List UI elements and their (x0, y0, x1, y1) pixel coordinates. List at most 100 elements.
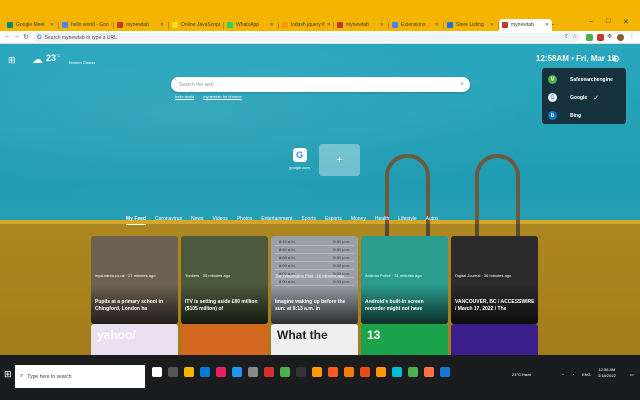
apps-grid-icon[interactable]: ⊞ (8, 55, 16, 66)
tab-close-icon[interactable]: ✕ (543, 22, 549, 28)
feed-tab[interactable]: My Feed (126, 216, 147, 225)
news-card[interactable]: 13 (361, 324, 448, 355)
tray-clock[interactable]: 12:58 AM 3/18/2022 (598, 367, 616, 379)
taskbar-app-icon[interactable] (280, 367, 290, 377)
tab-favicon (447, 22, 453, 28)
taskbar-app-icon[interactable] (424, 367, 434, 377)
search-engine-option[interactable]: G Google ✓ (548, 89, 624, 106)
browser-tab[interactable]: lodash jquery if ✕ (279, 19, 332, 31)
extension-icon[interactable] (597, 34, 604, 41)
news-card[interactable] (451, 324, 538, 355)
taskbar-app-icon[interactable] (360, 367, 370, 377)
shortcut-tile-google[interactable]: G google.com (279, 144, 320, 176)
cloud-icon: ☁ (32, 54, 43, 66)
browser-tab[interactable]: hello world - Goo✕ (59, 19, 112, 31)
browser-tab[interactable]: WhatsApp ✕ (224, 19, 277, 31)
feed-tab[interactable]: Lifestyle (398, 216, 416, 230)
taskbar-app-icon[interactable] (216, 367, 226, 377)
feed-tab[interactable]: Money (351, 216, 366, 230)
feed-tab[interactable]: Coronavirus (155, 216, 182, 230)
tab-close-icon[interactable]: ✕ (220, 22, 222, 28)
search-icon[interactable]: ⌕ (460, 81, 464, 89)
reload-icon[interactable]: ↻ (23, 33, 29, 41)
feed-tab[interactable]: News (191, 216, 204, 230)
bookmark-star-icon[interactable]: ☆ (572, 33, 577, 40)
settings-gear-icon[interactable]: ⚙ (612, 54, 620, 65)
browser-tab[interactable]: Google Meet ✕ (4, 19, 57, 31)
news-card[interactable]: What the (271, 324, 358, 355)
browser-tab[interactable]: mynewtab ✕ (114, 19, 167, 31)
tray-network-icon[interactable]: ◔ (572, 372, 574, 377)
feed-tab[interactable]: Entertainment (261, 216, 292, 230)
feed-tab[interactable]: Autos (426, 216, 439, 230)
taskbar-app-icon[interactable] (376, 367, 386, 377)
taskbar-app-icon[interactable] (312, 367, 322, 377)
search-engine-option[interactable]: V Safesearchengine (548, 71, 624, 88)
browser-tab[interactable]: mynewtab ✕ (499, 19, 552, 31)
tab-label: hello world - Goo (71, 22, 109, 28)
tab-close-icon[interactable]: ✕ (158, 22, 164, 28)
omnibox[interactable]: G Search mynewtab or type a URL (33, 33, 580, 42)
taskbar-app-icon[interactable] (248, 367, 258, 377)
address-bar: ← → ↻ G Search mynewtab or type a URL ⇪ … (0, 31, 640, 44)
back-icon[interactable]: ← (4, 33, 11, 40)
forward-icon[interactable]: → (13, 33, 20, 40)
minimize-button[interactable]: – (589, 18, 593, 25)
news-card[interactable]: yahoo/ (91, 324, 178, 355)
profile-avatar[interactable] (617, 34, 624, 41)
web-search-input[interactable]: Search the web ⌕ (171, 77, 470, 92)
feed-tab[interactable]: Esports (325, 216, 342, 230)
taskbar-app-icon[interactable] (392, 367, 402, 377)
tray-language[interactable]: ENG (582, 372, 591, 377)
browser-tab[interactable]: Store Listing ✕ (444, 19, 497, 31)
feed-tab[interactable]: Videos (213, 216, 228, 230)
news-card[interactable]: Digital Journal · 36 minutes ago VANCOUVE… (451, 236, 538, 324)
taskbar-app-icon[interactable] (168, 367, 178, 377)
taskbar-app-icon[interactable] (440, 367, 450, 377)
news-card[interactable]: Android Police · 31 minutes ago Android's… (361, 236, 448, 324)
taskbar-search-input[interactable]: ⌕ Type here to search (15, 365, 145, 388)
search-engine-option[interactable]: b Bing (548, 107, 624, 124)
browser-tab[interactable]: Online JavaScript✕ (169, 19, 222, 31)
tray-weather[interactable]: 23°C Haze (512, 372, 531, 377)
tab-close-icon[interactable]: ✕ (433, 22, 439, 28)
taskbar-app-icon[interactable] (296, 367, 306, 377)
tab-close-icon[interactable]: ✕ (109, 22, 112, 28)
share-icon[interactable]: ⇪ (564, 33, 569, 40)
extensions-puzzle-icon[interactable]: ✥ (607, 33, 612, 40)
suggestion-link[interactable]: mynewtab for chrome (203, 94, 241, 99)
maximize-button[interactable]: □ (606, 18, 610, 25)
taskbar-app-icon[interactable] (152, 367, 162, 377)
taskbar-app-icon[interactable] (200, 367, 210, 377)
tab-close-icon[interactable]: ✕ (488, 22, 494, 28)
news-card[interactable]: inyourarea.co.uk · 27 minutes ago Pupils … (91, 236, 178, 324)
tab-close-icon[interactable]: ✕ (325, 22, 331, 28)
windows-start-icon[interactable]: ⊞ (4, 369, 12, 380)
feed-tab[interactable]: Health (375, 216, 389, 230)
news-card[interactable]: 8:13 a.m. 5:31 p.m. 8:10 a.m. 5:31 p.m. 8:08… (271, 236, 358, 324)
feed-tab[interactable]: Photos (237, 216, 253, 230)
taskbar-app-icon[interactable] (408, 367, 418, 377)
news-card[interactable]: Yonkers · 35 minutes ago ITV is setting a… (181, 236, 268, 324)
news-card[interactable] (181, 324, 268, 355)
browser-tab[interactable]: Extensions ✕ (389, 19, 442, 31)
feed-tab[interactable]: Sports (301, 216, 315, 230)
menu-icon[interactable]: ⋮ (629, 33, 635, 40)
tab-close-icon[interactable]: ✕ (268, 22, 274, 28)
tab-close-icon[interactable]: ✕ (378, 22, 384, 28)
browser-tab[interactable]: mynewtab ✕ (334, 19, 387, 31)
taskbar-app-icon[interactable] (232, 367, 242, 377)
notification-icon[interactable]: ▭ (630, 372, 634, 377)
tray-chevron-icon[interactable]: ^ (562, 372, 564, 377)
taskbar-app-icon[interactable] (264, 367, 274, 377)
add-shortcut-button[interactable]: + (319, 144, 360, 176)
taskbar-app-icon[interactable] (328, 367, 338, 377)
close-window-button[interactable]: ✕ (623, 18, 629, 26)
taskbar-app-icon[interactable] (344, 367, 354, 377)
tab-label: Online JavaScript (181, 22, 221, 28)
tab-close-icon[interactable]: ✕ (48, 22, 54, 28)
weather-widget[interactable]: ☁ 23 °C (32, 53, 61, 66)
suggestion-link[interactable]: hello world (175, 94, 194, 99)
extension-icon[interactable] (586, 34, 593, 41)
taskbar-app-icon[interactable] (184, 367, 194, 377)
